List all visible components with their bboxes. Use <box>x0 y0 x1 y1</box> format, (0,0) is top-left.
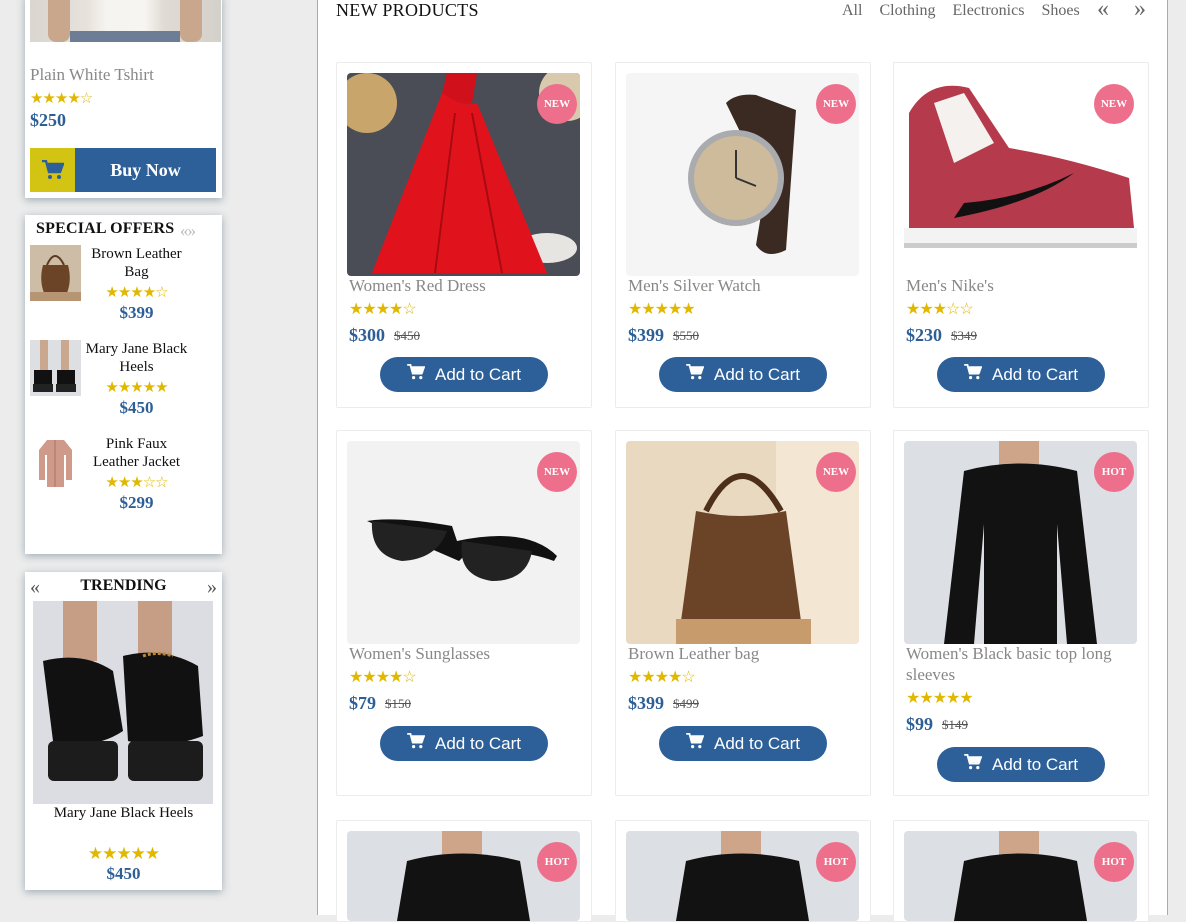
trending-product-price: $450 <box>106 864 141 883</box>
product-price: $399 <box>628 693 664 713</box>
cart-icon <box>30 148 75 192</box>
product-badge: NEW <box>1094 84 1134 124</box>
product-name[interactable]: Women's Black basic top long sleeves <box>906 643 1138 685</box>
product-card: HOT <box>615 820 871 922</box>
featured-product-price: $250 <box>30 110 66 130</box>
product-rating: ★★★★☆ <box>628 669 696 686</box>
black-heels-thumbnail[interactable] <box>30 340 81 396</box>
product-old-price: $450 <box>394 328 420 343</box>
offer-item-name[interactable]: Pink Faux Leather Jacket <box>85 435 188 471</box>
offer-item-name[interactable]: Mary Jane Black Heels <box>85 340 188 376</box>
product-card: HOT <box>336 820 592 922</box>
cart-icon <box>964 753 983 775</box>
filter-electronics[interactable]: Electronics <box>952 2 1024 20</box>
product-price: $300 <box>349 325 385 345</box>
product-badge: NEW <box>816 452 856 492</box>
product-badge: HOT <box>1094 452 1134 492</box>
product-name[interactable]: Women's Red Dress <box>349 275 581 296</box>
product-price: $399 <box>628 325 664 345</box>
trending-card: « TRENDING » Mary Jane Black Heels ★★★★★… <box>25 572 222 890</box>
offer-item-price: $450 <box>119 398 154 417</box>
product-old-price: $550 <box>673 328 699 343</box>
add-to-cart-label: Add to Cart <box>435 733 521 753</box>
product-rating: ★★★★★ <box>906 690 974 707</box>
category-filters: All Clothing Electronics Shoes <box>842 2 1080 20</box>
add-to-cart-button[interactable]: Add to Cart <box>380 357 548 392</box>
filter-all[interactable]: All <box>842 2 862 20</box>
pink-jacket-thumbnail[interactable] <box>30 435 81 491</box>
add-to-cart-button[interactable]: Add to Cart <box>380 726 548 761</box>
offer-item-name[interactable]: Brown Leather Bag <box>85 245 188 281</box>
cart-icon <box>686 732 705 754</box>
offer-item-rating: ★★★★☆ <box>105 285 168 301</box>
trending-product-name[interactable]: Mary Jane Black Heels <box>25 804 222 822</box>
special-offers-card: SPECIAL OFFERS «» Brown Leather Bag ★★★★… <box>25 215 222 554</box>
add-to-cart-button[interactable]: Add to Cart <box>659 726 827 761</box>
product-old-price: $149 <box>942 717 968 732</box>
add-to-cart-button[interactable]: Add to Cart <box>937 357 1105 392</box>
product-name[interactable]: Men's Silver Watch <box>628 275 860 296</box>
product-rating: ★★★☆☆ <box>906 301 974 318</box>
offer-item-price: $399 <box>119 303 154 322</box>
prev-arrow-icon[interactable]: « <box>1097 0 1109 23</box>
product-badge: HOT <box>816 842 856 882</box>
product-old-price: $150 <box>385 696 411 711</box>
featured-product-card: Plain White Tshirt ★★★★☆ $250 Buy Now <box>25 0 222 198</box>
product-rating: ★★★★☆ <box>349 669 417 686</box>
product-badge: NEW <box>537 452 577 492</box>
add-to-cart-label: Add to Cart <box>714 364 800 384</box>
add-to-cart-button[interactable]: Add to Cart <box>659 357 827 392</box>
add-to-cart-label: Add to Cart <box>992 754 1078 774</box>
next-arrow-icon[interactable]: » <box>1134 0 1146 23</box>
cart-icon <box>964 363 983 385</box>
trending-product-image[interactable] <box>33 601 213 804</box>
featured-product-image[interactable] <box>30 0 221 42</box>
product-card: NEW Men's Silver Watch ★★★★★ $399 $550 A… <box>615 62 871 408</box>
trending-next-icon[interactable]: » <box>207 576 217 599</box>
cart-icon <box>407 732 426 754</box>
filter-shoes[interactable]: Shoes <box>1041 2 1079 20</box>
cart-icon <box>686 363 705 385</box>
brown-bag-thumbnail[interactable] <box>30 245 81 301</box>
offer-item-rating: ★★★☆☆ <box>105 475 168 491</box>
product-rating: ★★★★★ <box>628 301 696 318</box>
add-to-cart-label: Add to Cart <box>714 733 800 753</box>
product-name[interactable]: Men's Nike's <box>906 275 1138 296</box>
add-to-cart-label: Add to Cart <box>992 364 1078 384</box>
product-badge: HOT <box>1094 842 1134 882</box>
add-to-cart-label: Add to Cart <box>435 364 521 384</box>
trending-title: TRENDING <box>80 577 167 594</box>
product-old-price: $349 <box>951 328 977 343</box>
trending-product-rating: ★★★★★ <box>87 844 160 863</box>
product-price: $99 <box>906 714 933 734</box>
product-old-price: $499 <box>673 696 699 711</box>
offer-item-price: $299 <box>119 493 154 512</box>
offer-item-rating: ★★★★★ <box>105 380 168 396</box>
product-badge: HOT <box>537 842 577 882</box>
buy-now-button[interactable]: Buy Now <box>30 148 216 192</box>
product-price: $79 <box>349 693 376 713</box>
new-products-panel: NEW PRODUCTS All Clothing Electronics Sh… <box>317 0 1168 922</box>
product-rating: ★★★★☆ <box>349 301 417 318</box>
product-card: HOT Women's Black basic top long sleeves… <box>893 430 1149 796</box>
product-card: NEW Men's Nike's ★★★☆☆ $230 $349 Add to … <box>893 62 1149 408</box>
product-price: $230 <box>906 325 942 345</box>
product-name[interactable]: Women's Sunglasses <box>349 643 581 664</box>
cart-icon <box>407 363 426 385</box>
product-card: NEW Brown Leather bag ★★★★☆ $399 $499 Ad… <box>615 430 871 796</box>
add-to-cart-button[interactable]: Add to Cart <box>937 747 1105 782</box>
product-name[interactable]: Brown Leather bag <box>628 643 860 664</box>
filter-clothing[interactable]: Clothing <box>879 2 935 20</box>
featured-product-rating: ★★★★☆ <box>30 91 93 107</box>
special-offers-arrows-icon[interactable]: «» <box>180 221 196 241</box>
buy-now-label: Buy Now <box>110 159 181 180</box>
special-offers-title: SPECIAL OFFERS <box>36 220 175 237</box>
page-title: NEW PRODUCTS <box>336 0 479 20</box>
featured-product-name[interactable]: Plain White Tshirt <box>30 65 154 85</box>
product-card: HOT <box>893 820 1149 922</box>
product-card: NEW Women's Red Dress ★★★★☆ $300 $450 Ad… <box>336 62 592 408</box>
product-card: NEW Women's Sunglasses ★★★★☆ $79 $150 Ad… <box>336 430 592 796</box>
product-badge: NEW <box>537 84 577 124</box>
product-badge: NEW <box>816 84 856 124</box>
